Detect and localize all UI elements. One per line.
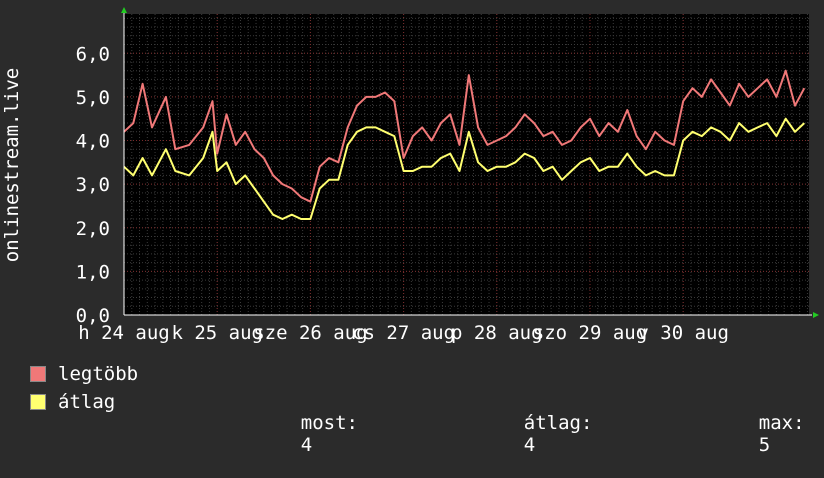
y-tick-label: 1,0 [76, 261, 110, 283]
y-tick-labels: 0,01,02,03,04,05,06,0 [76, 43, 110, 327]
legend-label: átlag [58, 391, 116, 413]
chart-root: 0,0 1,0 2,0 3,0 4,0 5,0 6,0 h 24 aug k 25 aug sz… [0, 0, 824, 456]
x-tick-label: k 25 aug [171, 322, 263, 344]
stat-atlag-value: 4 [523, 434, 536, 456]
x-tick-label: szo 29 aug [533, 322, 647, 344]
y-tick-label: 2,0 [76, 218, 110, 240]
legend-swatch [30, 394, 46, 410]
y-axis-label: onlinestream.live [1, 68, 23, 262]
legend-swatch [30, 366, 46, 382]
y-axis-arrow [121, 7, 127, 13]
legend-item-atlag: átlag [30, 390, 115, 414]
x-tick-label: sze 26 aug [253, 322, 367, 344]
y-tick-label: 6,0 [76, 43, 110, 65]
y-tick-label: 3,0 [76, 174, 110, 196]
stat-max-value: 5 [758, 434, 771, 456]
stat-max-label: max: [758, 412, 805, 434]
line-chart: 0,01,02,03,04,05,06,0 h 24 aug k 25 augsz… [1, 7, 819, 344]
x-axis-arrow [813, 312, 819, 318]
stat-max: max: 5 [713, 390, 805, 478]
y-tick-label: 5,0 [76, 87, 110, 109]
x-tick-label: cs 27 aug [352, 322, 455, 344]
y-tick-label: 4,0 [76, 131, 110, 153]
stat-most: most: 4 [255, 390, 358, 478]
stat-most-label: most: [300, 412, 358, 434]
x-tick-label: v 30 aug [637, 322, 729, 344]
x-tick-labels: h 24 aug k 25 augsze 26 augcs 27 augp 28 … [78, 322, 729, 344]
stat-atlag: átlag: 4 [478, 390, 593, 478]
legend-item-legtobb: legtöbb [30, 362, 138, 386]
legend-label: legtöbb [58, 363, 139, 385]
x-tick-label: h 24 aug [78, 322, 170, 344]
stat-most-value: 4 [300, 434, 313, 456]
x-tick-label: p 28 aug [451, 322, 543, 344]
stat-atlag-label: átlag: [523, 412, 593, 434]
